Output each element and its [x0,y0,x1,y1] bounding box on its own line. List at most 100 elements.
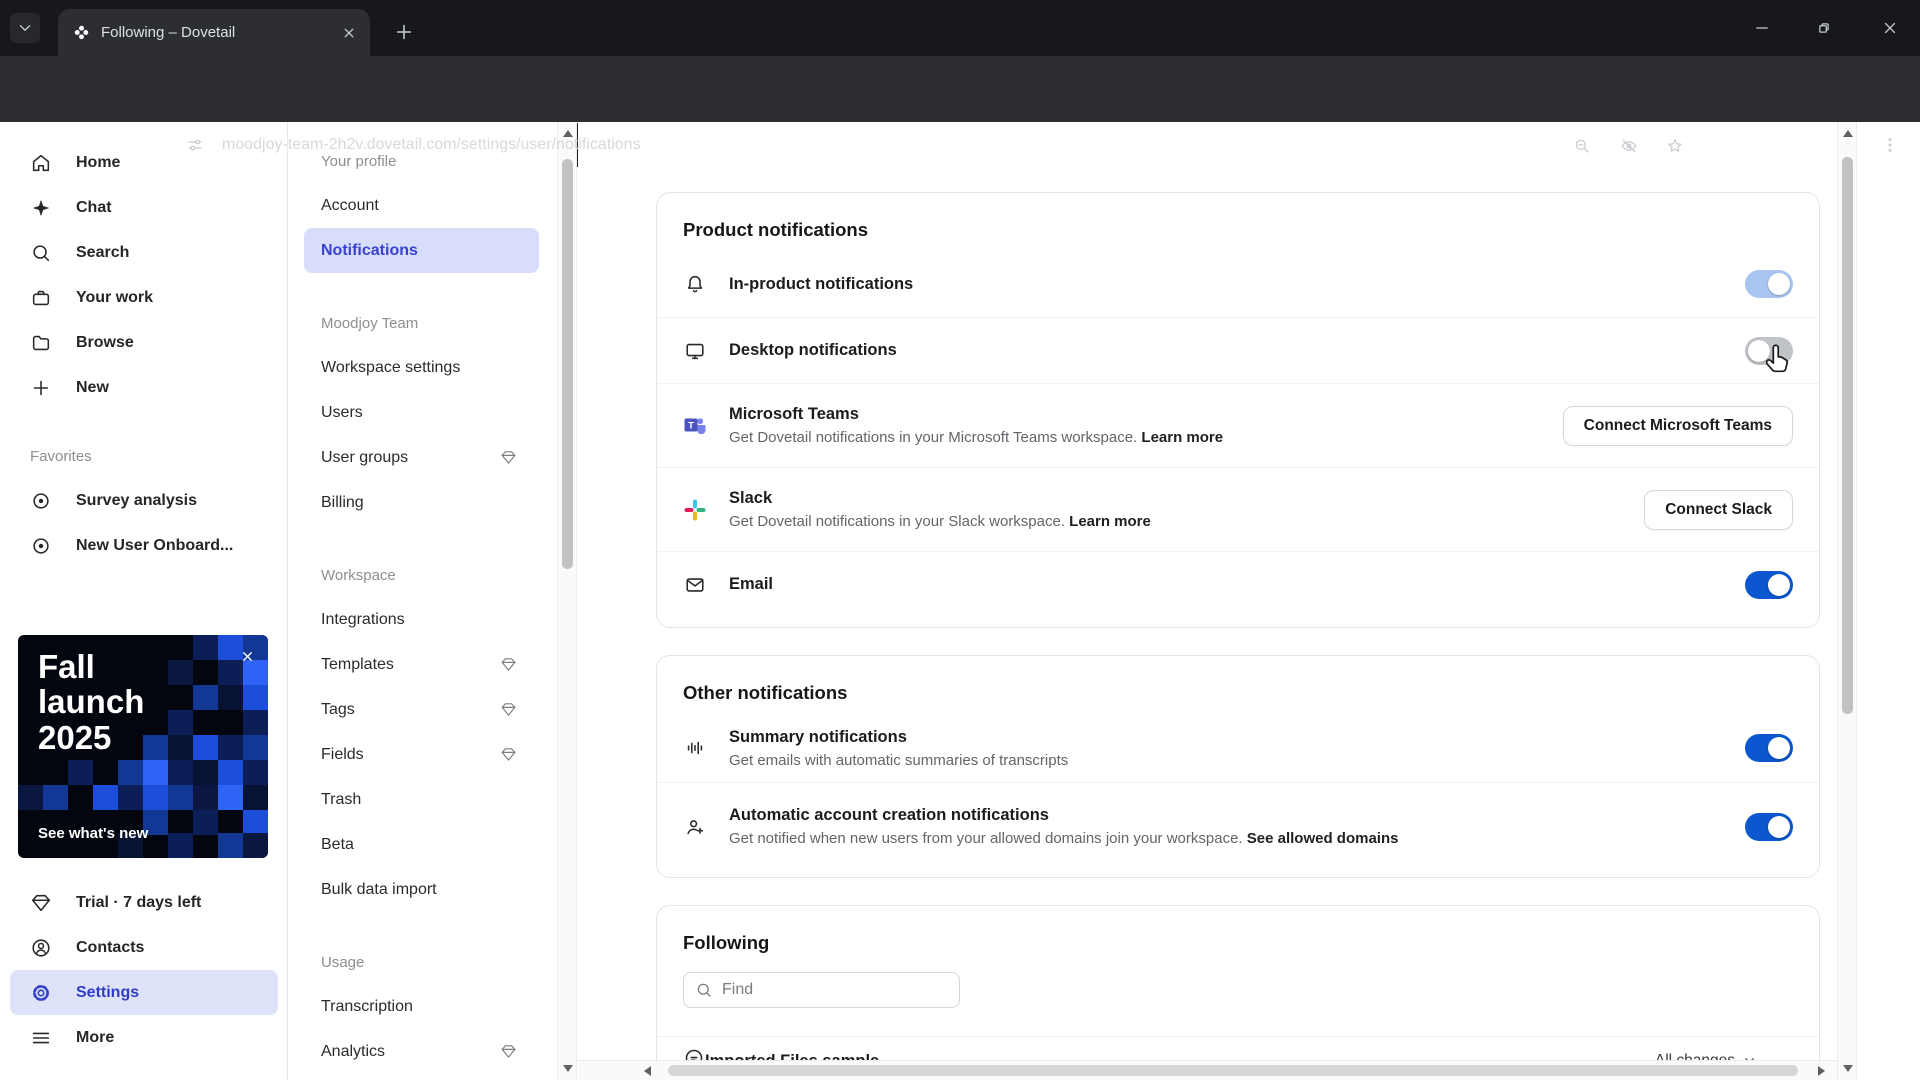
minimize-button[interactable] [1739,12,1785,44]
sidebar-item-new[interactable]: New [0,365,287,410]
sidebar-item-your-work[interactable]: Your work [0,275,287,320]
scrollbar-thumb[interactable] [1842,157,1853,714]
nav-item-label: Workspace settings [321,359,460,377]
find-icon [695,981,713,999]
tab-close-icon[interactable] [340,24,358,42]
scroll-right-arrow[interactable] [1818,1066,1825,1076]
scroll-up-arrow[interactable] [1843,130,1853,137]
followed-project-row[interactable]: Imported Files sample All changes [657,1037,1819,1060]
url-text[interactable]: moodjoy-team-2h2v.dovetail.com/settings/… [222,123,641,167]
see-allowed-domains-link[interactable]: See allowed domains [1247,830,1399,847]
row-title: Desktop notifications [729,341,897,360]
connect-slack-button[interactable]: Connect Slack [1644,490,1793,530]
app-sidebar: Home Chat Search Your work Browse New [0,122,288,1080]
nav-item-workspace-settings[interactable]: Workspace settings [304,345,539,390]
sidebar-item-settings[interactable]: Settings [10,970,278,1015]
find-input[interactable] [722,981,948,999]
sidebar-item-label: New User Onboard... [76,537,233,555]
chevron-down-icon [1742,1053,1757,1060]
sidebar-favorite-survey-analysis[interactable]: Survey analysis [0,478,287,523]
scroll-down-arrow[interactable] [563,1065,573,1072]
sidebar-item-chat[interactable]: Chat [0,185,287,230]
sidebar-item-browse[interactable]: Browse [0,320,287,365]
row-title: Email [729,575,773,594]
promo-close-icon [240,649,255,664]
search-icon [30,242,52,264]
tab-list-chevron-button[interactable] [10,13,40,43]
nav-item-label: User groups [321,449,408,467]
site-settings-button[interactable] [182,132,208,158]
browser-tab[interactable]: Following – Dovetail [58,9,370,56]
sidebar-favorite-new-user-onboarding[interactable]: New User Onboard... [0,523,287,568]
settings-nav-scrollbar[interactable] [557,122,577,1080]
row-slack: Slack Get Dovetail notifications in your… [657,467,1819,551]
nav-item-user-groups[interactable]: User groups [304,435,539,480]
sidebar-item-search[interactable]: Search [0,230,287,275]
in-product-notifications-toggle[interactable] [1745,270,1793,298]
auto-account-creation-toggle[interactable] [1745,813,1793,841]
browser-tab-strip: Following – Dovetail [0,0,1920,56]
zoom-icon [1573,137,1591,155]
password-eye-button[interactable] [1615,132,1643,160]
sidebar-item-contacts[interactable]: Contacts [0,925,288,970]
nav-item-fields[interactable]: Fields [304,732,539,777]
row-description: Get notified when new users from your al… [729,830,1398,847]
fall-launch-promo-card[interactable]: Fall launch 2025 See what's new [18,635,268,858]
nav-item-tags[interactable]: Tags [304,687,539,732]
promo-cta-link[interactable]: See what's new [38,825,148,842]
browser-window: Following – Dovetail moodjoy-team [0,0,1920,1080]
sidebar-item-label: Browse [76,334,134,352]
sidebar-item-label: Contacts [76,939,144,957]
all-changes-filter[interactable]: All changes [1655,1049,1757,1061]
zoom-button[interactable] [1568,132,1596,160]
main-scrollbar[interactable] [1837,122,1857,1080]
desktop-icon [684,340,706,362]
find-field[interactable] [683,972,960,1008]
home-icon [30,152,52,174]
connect-microsoft-teams-button[interactable]: Connect Microsoft Teams [1563,406,1793,446]
nav-item-label: Notifications [321,242,418,260]
promo-close-button[interactable] [236,645,258,667]
scroll-down-arrow[interactable] [1843,1065,1853,1072]
nav-item-label: Bulk data import [321,881,437,899]
sidebar-item-label: Search [76,244,129,262]
summary-notifications-toggle[interactable] [1745,734,1793,762]
nav-item-label: Account [321,197,379,215]
gem-icon [500,746,517,763]
row-microsoft-teams: T Microsoft Teams Get Dovetail notificat… [657,383,1819,467]
window-close-button[interactable] [1867,12,1913,44]
sidebar-item-trial[interactable]: Trial · 7 days left [0,880,288,925]
nav-item-users[interactable]: Users [304,390,539,435]
restore-icon [1815,19,1833,37]
horizontal-scrollbar[interactable] [578,1060,1837,1080]
menu-kebab-icon [1880,135,1900,155]
nav-item-transcription[interactable]: Transcription [304,984,539,1029]
gem-icon [500,449,517,466]
scroll-left-arrow[interactable] [644,1066,651,1076]
nav-item-account[interactable]: Account [304,183,539,228]
nav-item-notifications[interactable]: Notifications [304,228,539,273]
sidebar-item-more[interactable]: More [0,1015,288,1060]
scrollbar-thumb[interactable] [562,159,573,569]
nav-item-templates[interactable]: Templates [304,642,539,687]
browser-menu-button[interactable] [1876,131,1904,159]
learn-more-link[interactable]: Learn more [1141,429,1223,446]
nav-item-beta[interactable]: Beta [304,822,539,867]
email-notifications-toggle[interactable] [1745,571,1793,599]
email-icon [684,574,706,596]
restore-button[interactable] [1801,12,1847,44]
nav-item-integrations[interactable]: Integrations [304,597,539,642]
learn-more-link[interactable]: Learn more [1069,513,1151,530]
nav-item-trash[interactable]: Trash [304,777,539,822]
gem-icon [30,892,52,914]
nav-item-billing[interactable]: Billing [304,480,539,525]
scrollbar-thumb[interactable] [668,1065,1798,1076]
sidebar-footer: Trial · 7 days left Contacts Settings Mo… [0,880,288,1060]
nav-item-analytics[interactable]: Analytics [304,1029,539,1074]
row-title: Slack [729,489,1151,508]
row-email: Email [657,551,1819,617]
bookmark-button[interactable] [1661,132,1689,160]
row-title: Summary notifications [729,728,1068,747]
nav-item-bulk-data-import[interactable]: Bulk data import [304,867,539,912]
new-tab-button[interactable] [388,16,420,48]
